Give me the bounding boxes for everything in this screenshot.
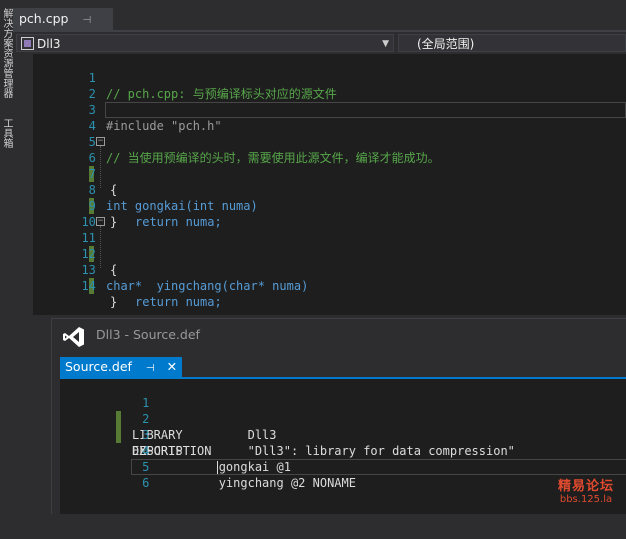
pin-icon[interactable]: ⊣ bbox=[146, 363, 155, 374]
tab-label: Source.def bbox=[65, 359, 132, 374]
fold-icon[interactable]: − bbox=[96, 217, 105, 226]
current-line-highlight bbox=[131, 459, 626, 475]
code-line: 2 DESCRIPTION "Dll3": library for data c… bbox=[60, 395, 626, 458]
def-editor[interactable]: 1 LIBRARY Dll3 2 DESCRIPTION "Dll3": lib… bbox=[60, 379, 626, 514]
watermark-title: 精易论坛 bbox=[557, 479, 614, 494]
scope-label: (全局范围) bbox=[417, 37, 475, 51]
project-dropdown[interactable]: Dll3 ▼ bbox=[16, 34, 394, 52]
text-cursor bbox=[217, 461, 218, 474]
navigation-bar: Dll3 ▼ (全局范围) bbox=[13, 32, 626, 54]
fold-icon[interactable]: − bbox=[96, 137, 105, 146]
code-line: 10 bbox=[33, 198, 626, 229]
code-line: 11 − char* yingchang(char* numa) bbox=[33, 214, 626, 294]
code-line: 1 // pch.cpp: 与预编译标头对应的源文件 bbox=[33, 54, 626, 101]
tab-pch-cpp[interactable]: pch.cpp ⊣ bbox=[13, 8, 113, 30]
code-text: yingchang @2 NONAME bbox=[132, 476, 356, 490]
code-line: 13 return numa; bbox=[33, 246, 626, 309]
code-line: 3 #include "pch.h" bbox=[33, 86, 626, 133]
code-line: 14 } bbox=[33, 262, 626, 309]
project-name: Dll3 bbox=[37, 37, 61, 51]
code-line: 8 return numa; bbox=[33, 166, 626, 229]
code-line: 3 EXPORTS bbox=[60, 411, 626, 458]
code-line: 5 // 当使用预编译的头时，需要使用此源文件，编译才能成功。 bbox=[33, 118, 626, 165]
left-tool-strip: 解决方案资源管理器 工具箱 bbox=[0, 0, 13, 513]
vs-logo-icon bbox=[63, 327, 84, 347]
floating-window-source-def[interactable]: Dll3 - Source.def Source.def ⊣ ✕ 1 LIBRA… bbox=[51, 318, 626, 514]
code-line: 2 bbox=[33, 70, 626, 101]
fold-guide bbox=[100, 226, 101, 268]
document-tab-strip: pch.cpp ⊣ bbox=[13, 8, 626, 30]
tab-label: pch.cpp bbox=[19, 11, 69, 26]
code-line: 12 { bbox=[33, 230, 626, 277]
watermark-url: bbs.125.la bbox=[559, 494, 613, 505]
pin-icon[interactable]: ⊣ bbox=[82, 15, 91, 26]
sidebar-item-toolbox[interactable]: 工具箱 bbox=[0, 118, 13, 148]
fold-guide bbox=[100, 146, 101, 188]
line-number: 6 bbox=[142, 476, 150, 490]
close-icon[interactable]: ✕ bbox=[167, 359, 177, 374]
window-title: Dll3 - Source.def bbox=[96, 327, 200, 342]
tab-source-def[interactable]: Source.def ⊣ ✕ bbox=[60, 357, 183, 377]
line-number: 14 bbox=[81, 279, 96, 293]
code-line: 7 { bbox=[33, 150, 626, 197]
code-line: 9 } bbox=[33, 182, 626, 229]
code-line: 6 bbox=[60, 459, 626, 490]
project-icon bbox=[21, 37, 34, 50]
code-text: char* yingchang(char* numa) bbox=[106, 279, 309, 293]
code-line: 4 gongkai @1 bbox=[60, 427, 626, 474]
code-line: 4 bbox=[33, 102, 626, 133]
code-text: return numa; bbox=[135, 295, 222, 309]
code-line: 5 yingchang @2 NONAME bbox=[60, 443, 626, 490]
watermark: 精易论坛 bbs.125.la bbox=[558, 475, 614, 505]
code-editor[interactable]: 1 // pch.cpp: 与预编译标头对应的源文件 2 3 #include … bbox=[33, 54, 626, 315]
sidebar-item-solution-explorer[interactable]: 解决方案资源管理器 bbox=[0, 8, 13, 98]
current-line-highlight bbox=[105, 102, 626, 118]
chevron-down-icon: ▼ bbox=[382, 39, 389, 49]
scope-dropdown[interactable]: (全局范围) bbox=[398, 34, 626, 52]
code-line: 1 LIBRARY Dll3 bbox=[60, 379, 626, 442]
code-line: 6 − int gongkai(int numa) bbox=[33, 134, 626, 214]
code-text: } bbox=[110, 295, 118, 309]
